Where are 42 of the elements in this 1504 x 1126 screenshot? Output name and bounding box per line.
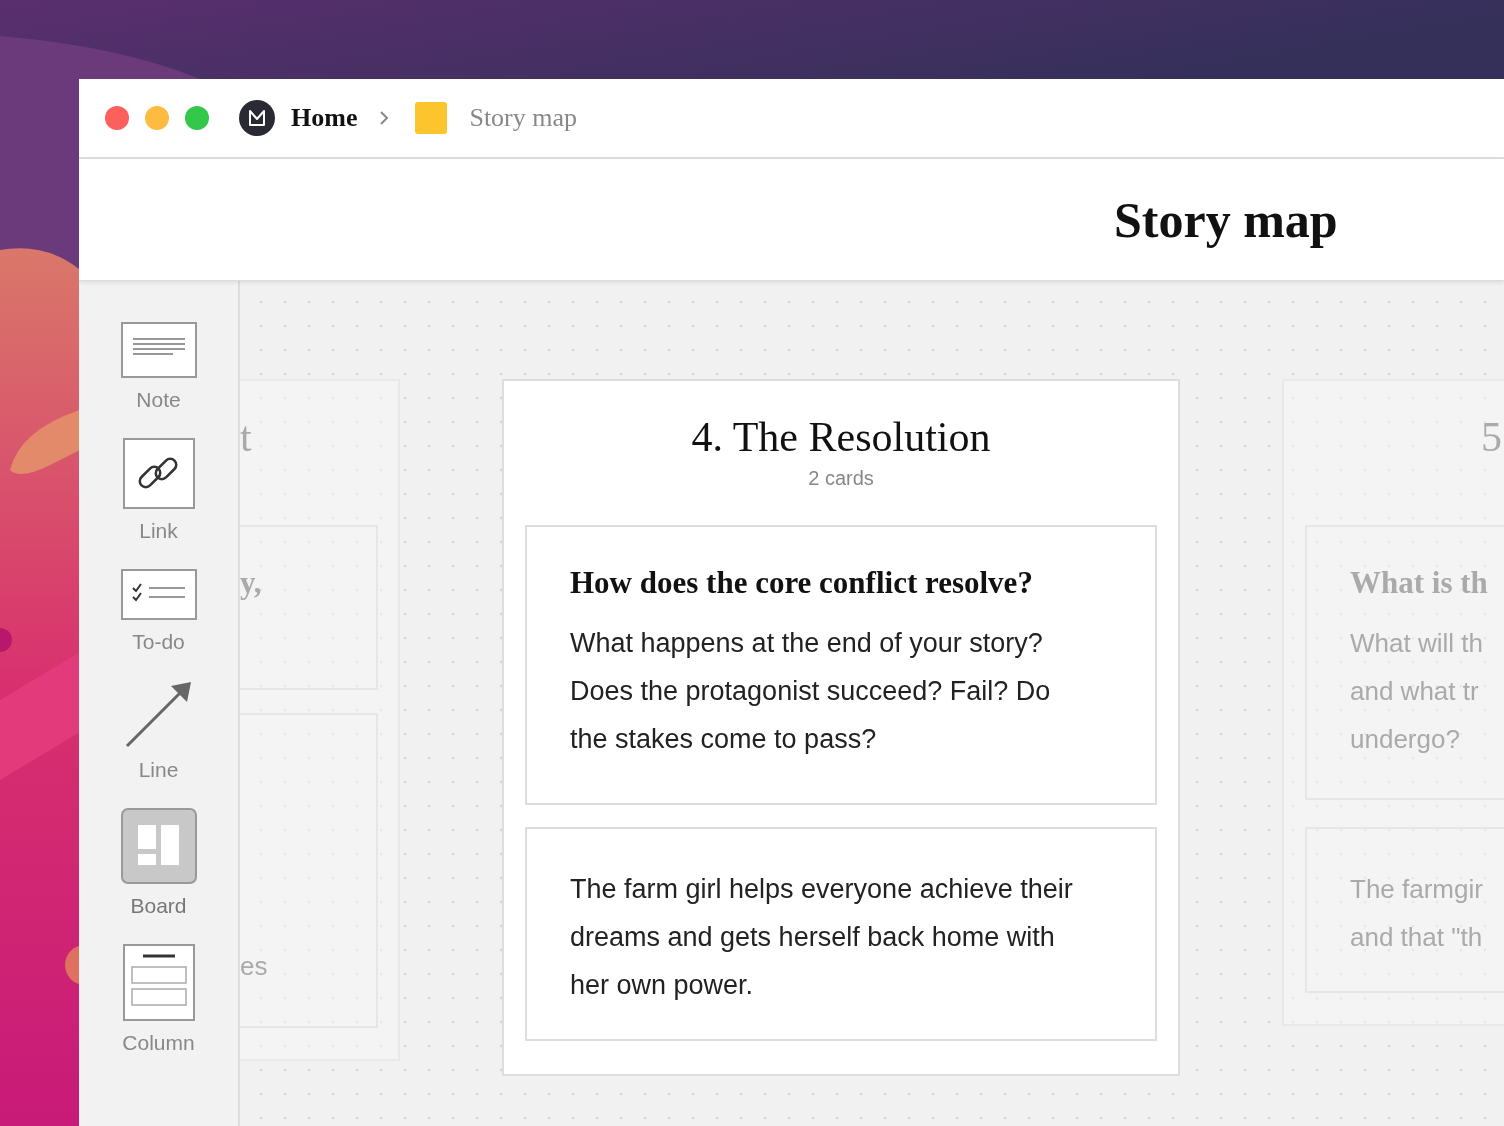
minimize-button[interactable] [145,106,169,130]
chevron-icon [379,110,390,126]
column-title: 4. The Resolution [690,413,992,462]
column-icon [122,944,195,1021]
story-card[interactable]: es [240,713,378,1028]
card-text: es [240,950,269,983]
tool-button[interactable]: To-do [120,569,197,654]
story-card[interactable]: y, [240,525,378,690]
board-icon [415,102,448,134]
card-heading: y, [240,564,263,602]
note-icon [120,322,197,378]
tool-button[interactable]: Line [124,680,193,782]
card-heading: What is th [1350,564,1489,602]
card-text: The farm girl helps everyone achieve their dreams and gets herself back home with her own power. [570,873,1074,1002]
board-icon [120,808,197,884]
card-text: and that "th [1350,921,1484,954]
close-button[interactable] [105,106,129,130]
tool-button[interactable]: Column [122,944,195,1055]
page-title: Story map [1114,190,1338,249]
breadcrumb-link[interactable]: Story map [469,103,578,133]
card-text: undergo? [1350,723,1461,756]
zoom-button[interactable] [185,106,209,130]
story-card[interactable]: How does the core conflict resolve? What happens at the end of your story? Does the protagonist succeed? Fail? Do the stakes come to pass? [525,525,1157,805]
tool-button[interactable]: Link [122,438,195,543]
story-card[interactable]: The farm girl helps everyone achieve their dreams and gets herself back home with her own power. [525,827,1157,1041]
card-count: 2 cards [807,467,875,490]
arrow-icon [124,680,193,748]
column-title: 5 [1481,413,1503,462]
tool-button[interactable]: Board [120,808,197,918]
column-title: t [240,413,253,462]
card-text: The farmgir [1350,873,1484,906]
logo-icon[interactable] [239,100,275,136]
card-text: and what tr [1350,675,1480,708]
home-link[interactable]: Home [291,103,358,133]
checklist-icon [120,569,197,620]
story-card[interactable]: What is th What will th and what tr undergo? [1305,525,1504,800]
card-heading: How does the core conflict resolve? [570,564,1034,602]
link-icon [122,438,195,509]
story-card[interactable]: The farmgir and that "th [1305,827,1504,993]
tool-button[interactable]: Note [120,322,197,412]
card-text: What happens at the end of your story? Does the protagonist succeed? Fail? Do the stakes come to pass? [570,627,1052,756]
card-text: What will th [1350,627,1484,660]
